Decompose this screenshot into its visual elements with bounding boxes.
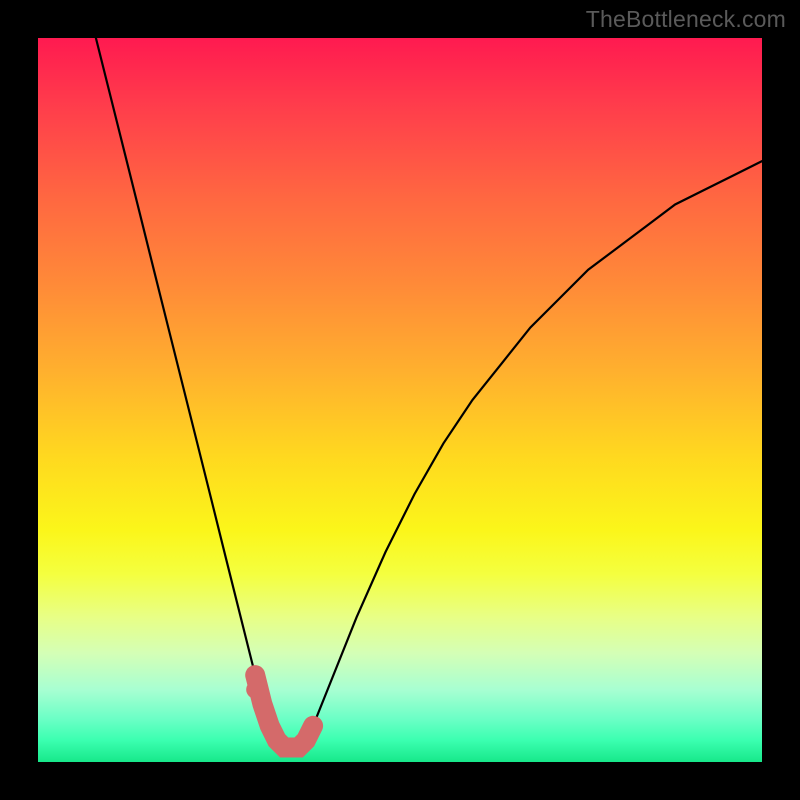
chart-frame: TheBottleneck.com [0,0,800,800]
highlight-dot [246,681,264,699]
chart-svg [38,38,762,762]
chart-plot-area [38,38,762,762]
bottleneck-curve-line [96,38,762,748]
bottom-highlight-segment [255,675,313,747]
watermark-text: TheBottleneck.com [586,6,786,33]
